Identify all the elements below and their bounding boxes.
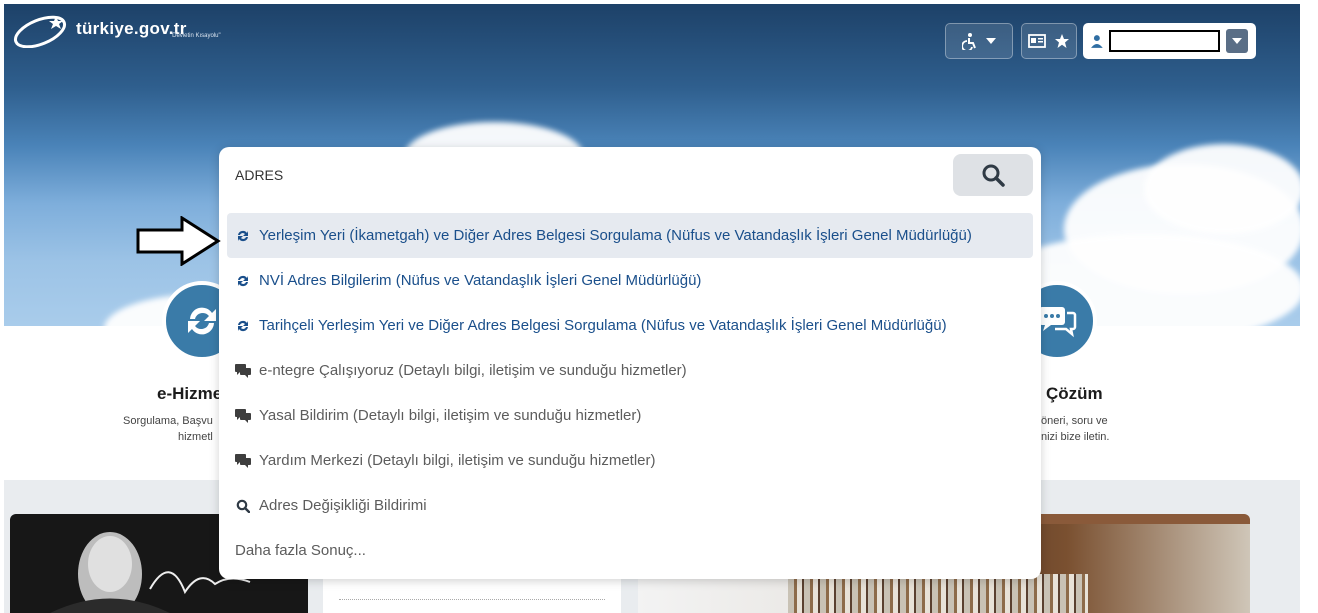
site-logo[interactable]: türkiye.gov.tr: [10, 10, 187, 48]
e-services-desc-2: hizmetl: [178, 431, 213, 443]
search-button[interactable]: [953, 154, 1033, 196]
logo-emblem-icon: [13, 15, 67, 48]
refresh-icon: [235, 273, 251, 289]
books-decoration: [788, 574, 1088, 613]
user-menu-toggle[interactable]: [1226, 29, 1248, 53]
search-result-item[interactable]: Tarihçeli Yerleşim Yeri ve Diğer Adres B…: [219, 303, 1041, 348]
id-card-icon: [1028, 34, 1046, 48]
favorites-button[interactable]: [1021, 23, 1077, 59]
search-result-item[interactable]: Yardım Merkezi (Detaylı bilgi, iletişim …: [219, 438, 1041, 483]
e-services-title: e-Hizmet: [157, 384, 228, 403]
chat-icon: [235, 408, 251, 424]
accessibility-menu-button[interactable]: [945, 23, 1013, 59]
more-results-label: Daha fazla Sonuç...: [235, 542, 366, 559]
search-result-item[interactable]: Yerleşim Yeri (İkametgah) ve Diğer Adres…: [227, 213, 1033, 258]
refresh-icon: [188, 307, 216, 335]
chevron-down-icon: [986, 38, 996, 44]
refresh-icon: [235, 228, 251, 244]
search-results-list: Yerleşim Yeri (İkametgah) ve Diğer Adres…: [219, 213, 1041, 573]
accessibility-icon: [962, 33, 976, 50]
solution-desc-2: nizi bize iletin.: [1041, 431, 1110, 443]
search-result-label: Yardım Merkezi (Detaylı bilgi, iletişim …: [259, 452, 656, 469]
search-panel: ADRES Yerleşim Yeri (İkametgah) ve Diğer…: [219, 147, 1041, 579]
chevron-down-icon: [1232, 38, 1243, 44]
search-result-item[interactable]: Yasal Bildirim (Detaylı bilgi, iletişim …: [219, 393, 1041, 438]
search-result-label: Yasal Bildirim (Detaylı bilgi, iletişim …: [259, 407, 642, 424]
search-icon: [982, 164, 1005, 187]
pointer-arrow-icon: [136, 216, 221, 266]
shelf-decoration: [1018, 514, 1250, 524]
refresh-icon: [235, 318, 251, 334]
chat-icon: [235, 363, 251, 379]
search-result-item[interactable]: e-ntegre Çalışıyoruz (Detaylı bilgi, ile…: [219, 348, 1041, 393]
e-services-desc-1: Sorgulama, Başvu: [123, 415, 213, 427]
search-result-label: Tarihçeli Yerleşim Yeri ve Diğer Adres B…: [259, 317, 947, 334]
search-result-item[interactable]: Adres Değişikliği Bildirimi: [219, 483, 1041, 528]
search-result-label: Adres Değişikliği Bildirimi: [259, 497, 427, 514]
solution-desc-1: öneri, soru ve: [1041, 415, 1108, 427]
divider: [339, 599, 605, 600]
search-result-label: e-ntegre Çalışıyoruz (Detaylı bilgi, ile…: [259, 362, 687, 379]
search-input[interactable]: ADRES: [235, 167, 283, 183]
search-result-label: Yerleşim Yeri (İkametgah) ve Diğer Adres…: [259, 227, 972, 244]
user-icon: [1091, 35, 1103, 48]
search-icon: [235, 498, 251, 514]
star-icon: [1055, 34, 1069, 48]
chat-icon: [235, 453, 251, 469]
logo-tagline: "Devletin Kısayolu": [170, 33, 221, 39]
search-result-item[interactable]: NVİ Adres Bilgilerim (Nüfus ve Vatandaşl…: [219, 258, 1041, 303]
solution-title: Çözüm: [1046, 384, 1103, 403]
chat-icon: [1039, 307, 1077, 338]
more-results-link[interactable]: Daha fazla Sonuç...: [219, 528, 1041, 573]
redacted-username: [1108, 30, 1221, 52]
user-account-menu[interactable]: [1083, 23, 1256, 59]
search-result-label: NVİ Adres Bilgilerim (Nüfus ve Vatandaşl…: [259, 272, 702, 289]
